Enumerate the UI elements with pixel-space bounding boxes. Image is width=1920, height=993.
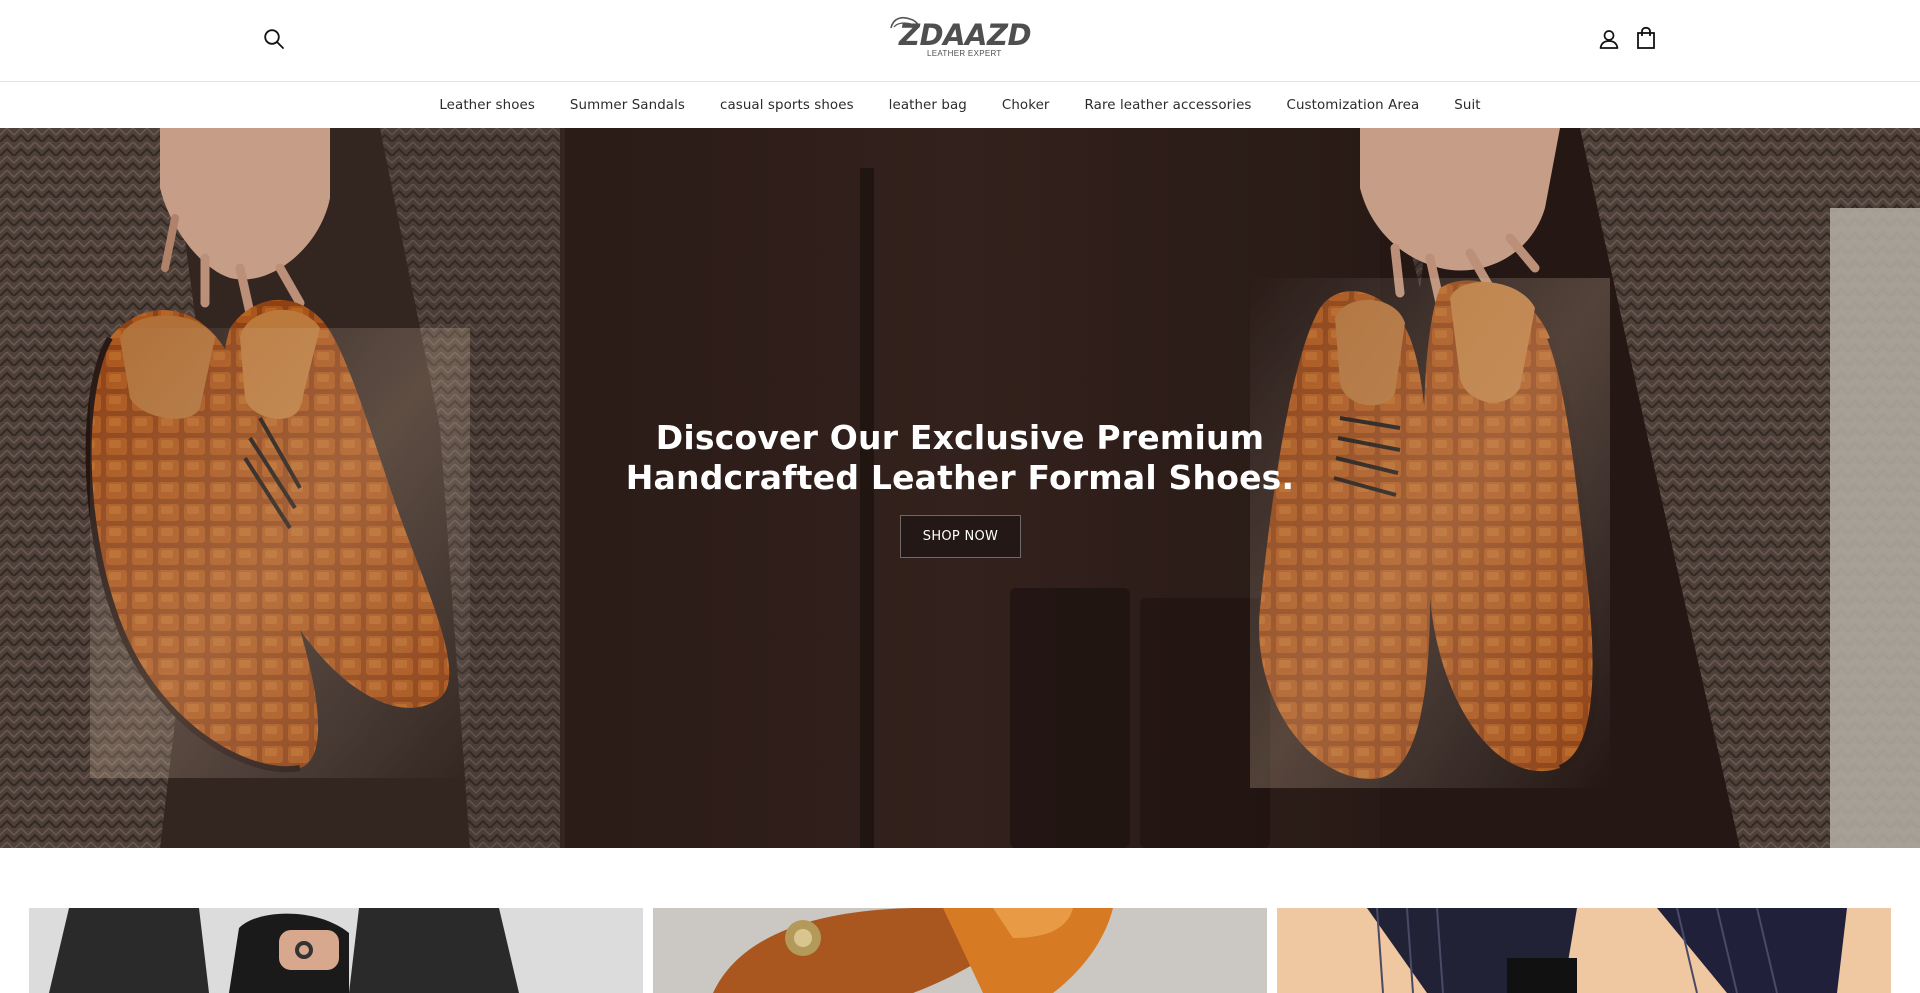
category-card-1-image [29, 908, 643, 993]
account-button[interactable] [1594, 24, 1624, 54]
cart-button[interactable] [1631, 23, 1661, 53]
nav-item-rare-leather-accessories[interactable]: Rare leather accessories [1067, 98, 1269, 113]
search-button[interactable] [259, 24, 289, 54]
account-icon [1599, 30, 1619, 49]
site-header: ZDAAZD LEATHER EXPERT [0, 0, 1920, 82]
cart-icon [1637, 26, 1655, 49]
hero-banner: Discover Our Exclusive Premium Handcraft… [0, 128, 1920, 848]
category-card-2-image [653, 908, 1267, 993]
nav-item-summer-sandals[interactable]: Summer Sandals [552, 98, 702, 113]
category-card-3-image [1277, 908, 1891, 993]
brand-tagline: LEATHER EXPERT [927, 49, 1002, 58]
nav-item-choker[interactable]: Choker [984, 98, 1067, 113]
shop-now-button[interactable]: SHOP NOW [900, 515, 1021, 558]
brand-name: ZDAAZD [899, 18, 1032, 52]
category-card-3[interactable] [1277, 908, 1891, 993]
nav-item-suit[interactable]: Suit [1437, 98, 1498, 113]
brand-logo[interactable]: ZDAAZD LEATHER EXPERT [888, 14, 1033, 62]
category-card-1[interactable] [29, 908, 643, 993]
category-card-2[interactable] [653, 908, 1267, 993]
nav-item-customization-area[interactable]: Customization Area [1269, 98, 1437, 113]
nav-item-casual-sports-shoes[interactable]: casual sports shoes [703, 98, 872, 113]
hero-title-line-1: Discover Our Exclusive Premium [655, 418, 1265, 457]
main-nav: Leather shoes Summer Sandals casual spor… [0, 83, 1920, 128]
hero-title-line-2: Handcrafted Leather Formal Shoes. [625, 458, 1295, 497]
search-icon [264, 29, 284, 49]
nav-item-leather-shoes[interactable]: Leather shoes [422, 98, 553, 113]
nav-item-leather-bag[interactable]: leather bag [871, 98, 984, 113]
hero-title: Discover Our Exclusive Premium Handcraft… [560, 418, 1360, 498]
